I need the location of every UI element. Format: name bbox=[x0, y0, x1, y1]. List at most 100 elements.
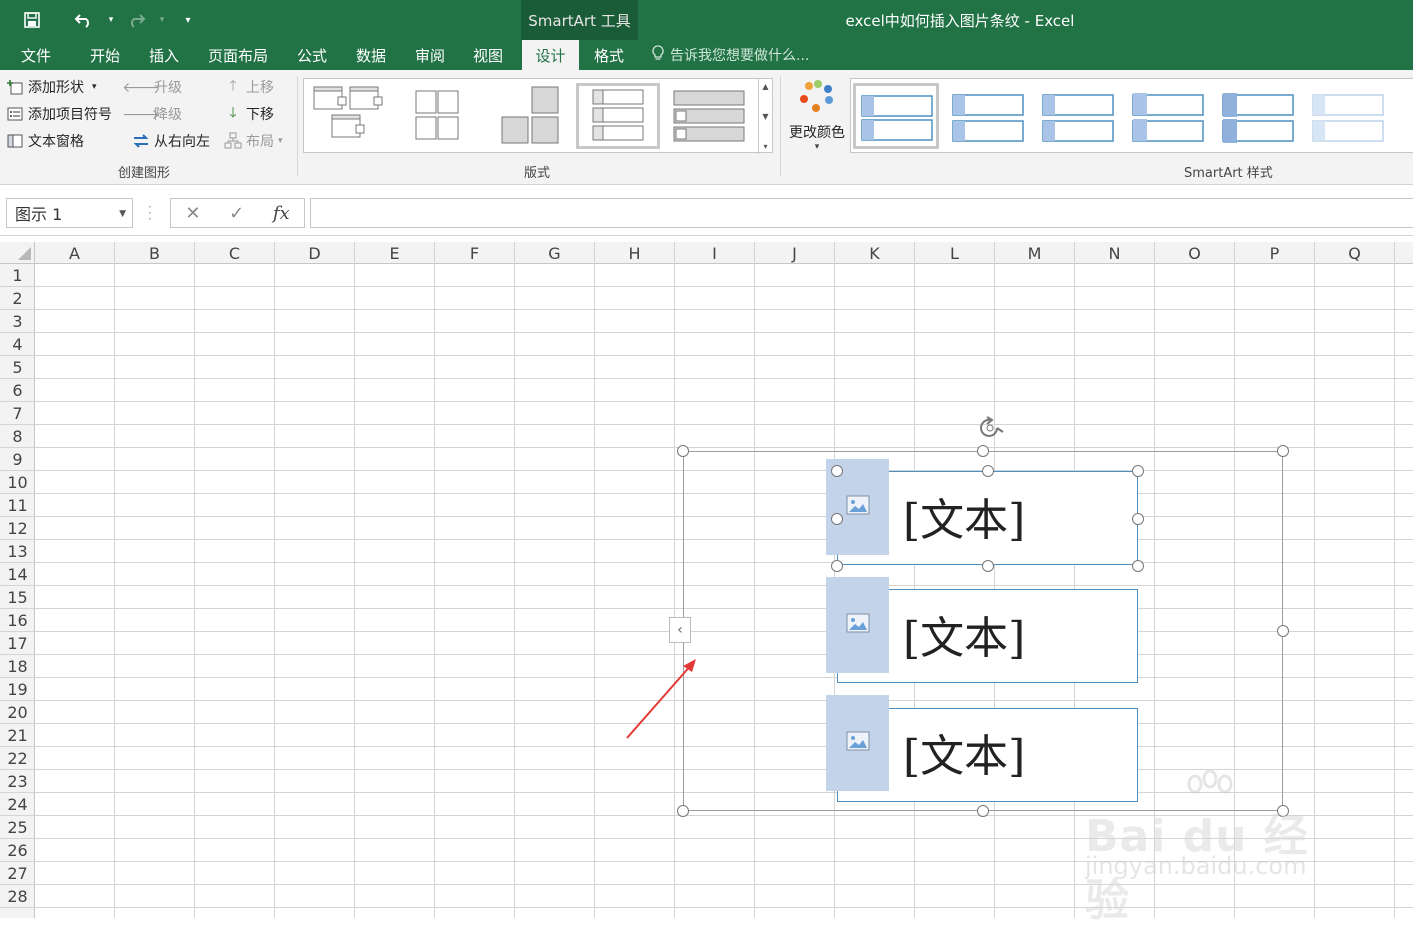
style-thumb-2[interactable] bbox=[945, 83, 1031, 149]
picture-placeholder-3[interactable] bbox=[826, 695, 889, 791]
row-header-24[interactable]: 24 bbox=[0, 793, 35, 816]
tab-design[interactable]: 设计 bbox=[522, 40, 579, 70]
tab-review[interactable]: 审阅 bbox=[404, 40, 456, 70]
style-thumb-1-selected[interactable] bbox=[853, 83, 939, 149]
row-header-28[interactable]: 28 bbox=[0, 885, 35, 908]
layouts-gallery-scroll[interactable]: ▲ ▼ ▾ bbox=[758, 79, 772, 154]
tab-insert[interactable]: 插入 bbox=[138, 40, 190, 70]
text-pane-button[interactable]: 文本窗格 bbox=[6, 130, 84, 152]
tab-view[interactable]: 视图 bbox=[462, 40, 514, 70]
redo-icon[interactable] bbox=[118, 0, 154, 40]
layout-thumb-list[interactable] bbox=[666, 83, 750, 149]
column-header-k[interactable]: K bbox=[835, 242, 915, 264]
tab-page-layout[interactable]: 页面布局 bbox=[200, 40, 276, 70]
row-header-6[interactable]: 6 bbox=[0, 379, 35, 402]
row-header-23[interactable]: 23 bbox=[0, 770, 35, 793]
scroll-up-icon[interactable]: ▲ bbox=[762, 82, 768, 91]
smartart-text-2[interactable]: [文本] bbox=[903, 604, 1025, 664]
promote-button[interactable]: 🡐 升级 bbox=[122, 76, 182, 98]
row-header-27[interactable]: 27 bbox=[0, 862, 35, 885]
resize-handle-ne[interactable] bbox=[1277, 445, 1289, 457]
row-header-17[interactable]: 17 bbox=[0, 632, 35, 655]
resize-handle-e[interactable] bbox=[1277, 625, 1289, 637]
scroll-down-icon[interactable]: ▼ bbox=[762, 112, 768, 121]
rotate-handle-icon[interactable] bbox=[975, 416, 1005, 442]
row-header-14[interactable]: 14 bbox=[0, 563, 35, 586]
row-header-26[interactable]: 26 bbox=[0, 839, 35, 862]
shape-handle-nw[interactable] bbox=[831, 465, 843, 477]
column-header-g[interactable]: G bbox=[515, 242, 595, 264]
layout-thumb-grid[interactable] bbox=[400, 83, 484, 149]
column-header-c[interactable]: C bbox=[195, 242, 275, 264]
layout-button[interactable]: 布局 ▾ bbox=[224, 130, 283, 152]
row-header-4[interactable]: 4 bbox=[0, 333, 35, 356]
column-header-i[interactable]: I bbox=[675, 242, 755, 264]
tab-data[interactable]: 数据 bbox=[344, 40, 398, 70]
shape-handle-s[interactable] bbox=[982, 560, 994, 572]
style-thumb-3[interactable] bbox=[1035, 83, 1121, 149]
column-header-d[interactable]: D bbox=[275, 242, 355, 264]
shape-handle-w[interactable] bbox=[831, 513, 843, 525]
column-header-f[interactable]: F bbox=[435, 242, 515, 264]
style-thumb-5[interactable] bbox=[1215, 83, 1301, 149]
column-header-o[interactable]: O bbox=[1155, 242, 1235, 264]
row-header-5[interactable]: 5 bbox=[0, 356, 35, 379]
layout-thumb-picture-list-selected[interactable] bbox=[576, 83, 660, 149]
enter-icon[interactable]: ✓ bbox=[229, 203, 244, 224]
smartart-text-1[interactable]: [文本] bbox=[903, 486, 1025, 546]
row-header-19[interactable]: 19 bbox=[0, 678, 35, 701]
insert-function-icon[interactable]: fx bbox=[273, 203, 290, 224]
text-pane-toggle[interactable]: ‹ bbox=[669, 617, 691, 643]
tab-formulas[interactable]: 公式 bbox=[286, 40, 338, 70]
tell-me-search[interactable]: 告诉我您想要做什么... bbox=[652, 40, 809, 70]
row-header-21[interactable]: 21 bbox=[0, 724, 35, 747]
redo-dropdown-icon[interactable]: ▾ bbox=[154, 0, 170, 40]
row-header-11[interactable]: 11 bbox=[0, 494, 35, 517]
row-header-3[interactable]: 3 bbox=[0, 310, 35, 333]
column-header-m[interactable]: M bbox=[995, 242, 1075, 264]
layout-thumb-picture-org[interactable] bbox=[310, 83, 394, 149]
add-bullet-button[interactable]: 添加项目符号 bbox=[6, 103, 112, 125]
shape-handle-ne[interactable] bbox=[1132, 465, 1144, 477]
undo-icon[interactable] bbox=[64, 0, 104, 40]
style-thumb-4[interactable] bbox=[1125, 83, 1211, 149]
tab-format[interactable]: 格式 bbox=[582, 40, 636, 70]
row-header-18[interactable]: 18 bbox=[0, 655, 35, 678]
resize-handle-n[interactable] bbox=[977, 445, 989, 457]
smartart-text-3[interactable]: [文本] bbox=[903, 722, 1025, 782]
row-header-7[interactable]: 7 bbox=[0, 402, 35, 425]
row-header-13[interactable]: 13 bbox=[0, 540, 35, 563]
column-header-n[interactable]: N bbox=[1075, 242, 1155, 264]
row-header-16[interactable]: 16 bbox=[0, 609, 35, 632]
shape-handle-se[interactable] bbox=[1132, 560, 1144, 572]
picture-placeholder-2[interactable] bbox=[826, 577, 889, 673]
move-up-button[interactable]: 🡑 上移 bbox=[224, 76, 274, 98]
shape-handle-sw[interactable] bbox=[831, 560, 843, 572]
move-down-button[interactable]: 🡓 下移 bbox=[224, 103, 274, 125]
customize-qat-icon[interactable]: ▾ bbox=[170, 0, 206, 40]
column-header-a[interactable]: A bbox=[35, 242, 115, 264]
column-header-h[interactable]: H bbox=[595, 242, 675, 264]
row-header-20[interactable]: 20 bbox=[0, 701, 35, 724]
cancel-icon[interactable]: ✕ bbox=[185, 203, 200, 224]
column-header-p[interactable]: P bbox=[1235, 242, 1315, 264]
name-box[interactable]: 图示 1 ▼ bbox=[6, 198, 133, 228]
column-header-l[interactable]: L bbox=[915, 242, 995, 264]
resize-handle-sw[interactable] bbox=[677, 805, 689, 817]
style-thumb-6[interactable] bbox=[1305, 83, 1391, 149]
tab-home[interactable]: 开始 bbox=[78, 40, 132, 70]
column-header-b[interactable]: B bbox=[115, 242, 195, 264]
row-header-12[interactable]: 12 bbox=[0, 517, 35, 540]
column-header-j[interactable]: J bbox=[755, 242, 835, 264]
tab-file[interactable]: 文件 bbox=[8, 40, 64, 70]
layout-thumb-stacked[interactable] bbox=[490, 83, 574, 149]
shape-handle-n[interactable] bbox=[982, 465, 994, 477]
row-header-2[interactable]: 2 bbox=[0, 287, 35, 310]
add-shape-button[interactable]: 添加形状 ▾ bbox=[6, 76, 97, 98]
select-all-corner[interactable] bbox=[0, 242, 35, 264]
resize-handle-s[interactable] bbox=[977, 805, 989, 817]
change-colors-button[interactable]: 更改颜色 ▾ bbox=[786, 78, 848, 158]
row-header-15[interactable]: 15 bbox=[0, 586, 35, 609]
row-header-25[interactable]: 25 bbox=[0, 816, 35, 839]
row-header-9[interactable]: 9 bbox=[0, 448, 35, 471]
